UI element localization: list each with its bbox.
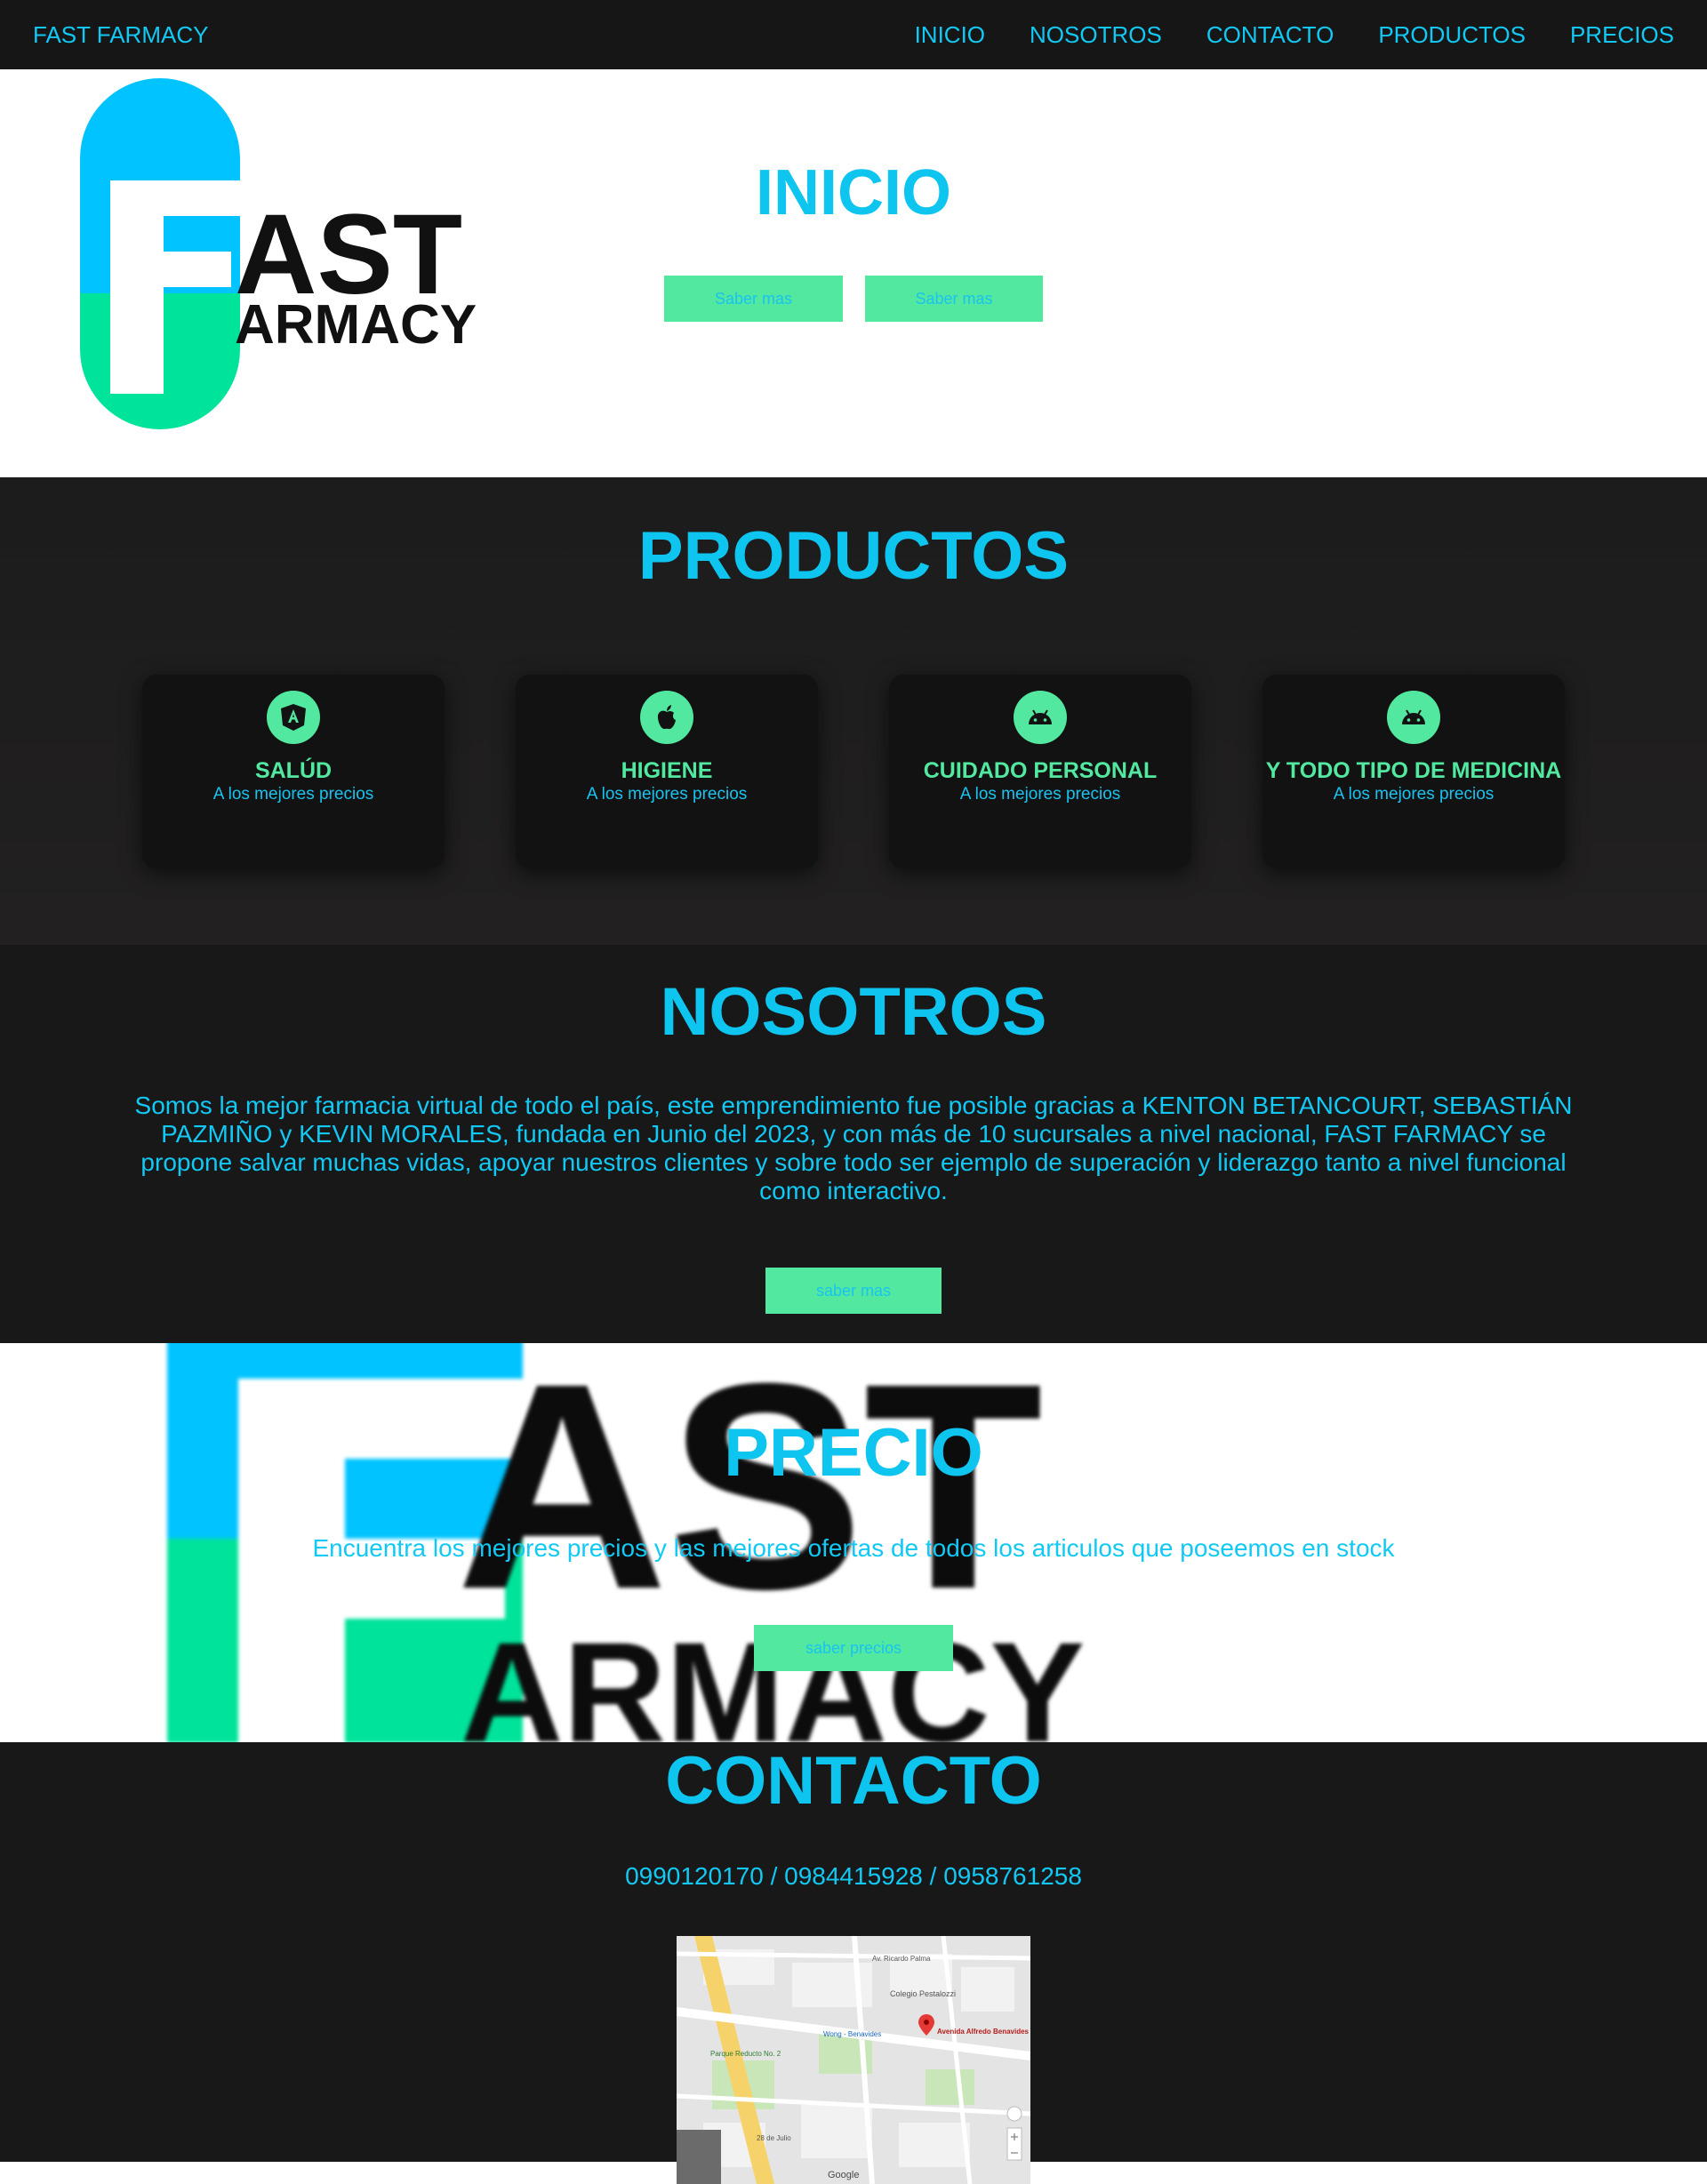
hero-section: AST ARMACY INICIO Saber mas Saber mas bbox=[0, 69, 1707, 477]
svg-text:28 de Julio: 28 de Julio bbox=[757, 2134, 791, 2142]
nav-link-precios[interactable]: PRECIOS bbox=[1570, 21, 1674, 49]
nosotros-section: NOSOTROS Somos la mejor farmacia virtual… bbox=[0, 945, 1707, 1343]
svg-text:ARMACY: ARMACY bbox=[235, 294, 477, 356]
nosotros-title: NOSOTROS bbox=[660, 974, 1047, 1050]
android-icon bbox=[1014, 691, 1067, 744]
svg-text:Google: Google bbox=[828, 2170, 859, 2180]
contacto-title: CONTACTO bbox=[665, 1743, 1042, 1819]
productos-title: PRODUCTOS bbox=[637, 518, 1070, 594]
nosotros-saber-mas-button[interactable]: saber mas bbox=[765, 1268, 942, 1314]
nav-link-contacto[interactable]: CONTACTO bbox=[1206, 21, 1334, 49]
top-navbar: FAST FARMACY INICIO NOSOTROS CONTACTO PR… bbox=[0, 0, 1707, 69]
product-card-subtitle: A los mejores precios bbox=[1333, 785, 1495, 804]
hero-title: INICIO bbox=[755, 157, 951, 228]
android-icon bbox=[1387, 691, 1440, 744]
product-card-cuidado-personal[interactable]: CUIDADO PERSONAL A los mejores precios bbox=[889, 675, 1191, 868]
svg-text:Av. Ricardo Palma: Av. Ricardo Palma bbox=[872, 1955, 931, 1963]
saber-precios-button[interactable]: saber precios bbox=[754, 1625, 953, 1671]
product-card-title: HIGIENE bbox=[621, 758, 713, 783]
precio-section: AST ARMACY PRECIO Encuentra los mejores … bbox=[0, 1343, 1707, 1742]
product-card-salud[interactable]: SALÚD A los mejores precios bbox=[142, 675, 445, 868]
fast-farmacy-logo: AST ARMACY bbox=[75, 69, 477, 453]
product-card-subtitle: A los mejores precios bbox=[959, 785, 1121, 804]
nav-link-productos[interactable]: PRODUCTOS bbox=[1378, 21, 1526, 49]
location-map[interactable]: Av. Ricardo Palma Colegio Pestalozzi Ave… bbox=[677, 1936, 1030, 2184]
product-card-higiene[interactable]: HIGIENE A los mejores precios bbox=[516, 675, 818, 868]
svg-text:AST: AST bbox=[456, 1343, 1043, 1650]
angular-icon bbox=[267, 691, 320, 744]
svg-text:Colegio Pestalozzi: Colegio Pestalozzi bbox=[890, 1989, 956, 1998]
nav-link-inicio[interactable]: INICIO bbox=[915, 21, 985, 49]
svg-text:Avenida Alfredo Benavides 1555: Avenida Alfredo Benavides 1555 bbox=[937, 2028, 1030, 2036]
nosotros-description: Somos la mejor farmacia virtual de todo … bbox=[134, 1092, 1573, 1204]
product-card-title: CUIDADO PERSONAL bbox=[923, 758, 1158, 783]
svg-text:Wong - Benavides: Wong - Benavides bbox=[823, 2030, 881, 2038]
svg-text:Parque Reducto No. 2: Parque Reducto No. 2 bbox=[710, 2050, 781, 2058]
product-card-title: Y TODO TIPO DE MEDICINA bbox=[1265, 758, 1562, 783]
saber-mas-button-1[interactable]: Saber mas bbox=[664, 276, 843, 322]
apple-icon bbox=[640, 691, 693, 744]
contact-phones: 0990120170 / 0984415928 / 0958761258 bbox=[625, 1862, 1082, 1890]
precio-description: Encuentra los mejores precios y las mejo… bbox=[312, 1534, 1395, 1562]
product-card-medicina[interactable]: Y TODO TIPO DE MEDICINA A los mejores pr… bbox=[1262, 675, 1565, 868]
brand-link[interactable]: FAST FARMACY bbox=[33, 21, 208, 49]
nav-links: INICIO NOSOTROS CONTACTO PRODUCTOS PRECI… bbox=[915, 21, 1674, 49]
saber-mas-button-2[interactable]: Saber mas bbox=[865, 276, 1043, 322]
nav-link-nosotros[interactable]: NOSOTROS bbox=[1030, 21, 1162, 49]
product-card-subtitle: A los mejores precios bbox=[586, 785, 748, 804]
product-card-title: SALÚD bbox=[254, 758, 333, 783]
product-card-subtitle: A los mejores precios bbox=[212, 785, 374, 804]
productos-section: PRODUCTOS SALÚD A los mejores precios HI… bbox=[0, 477, 1707, 945]
precio-title: PRECIO bbox=[724, 1415, 983, 1491]
